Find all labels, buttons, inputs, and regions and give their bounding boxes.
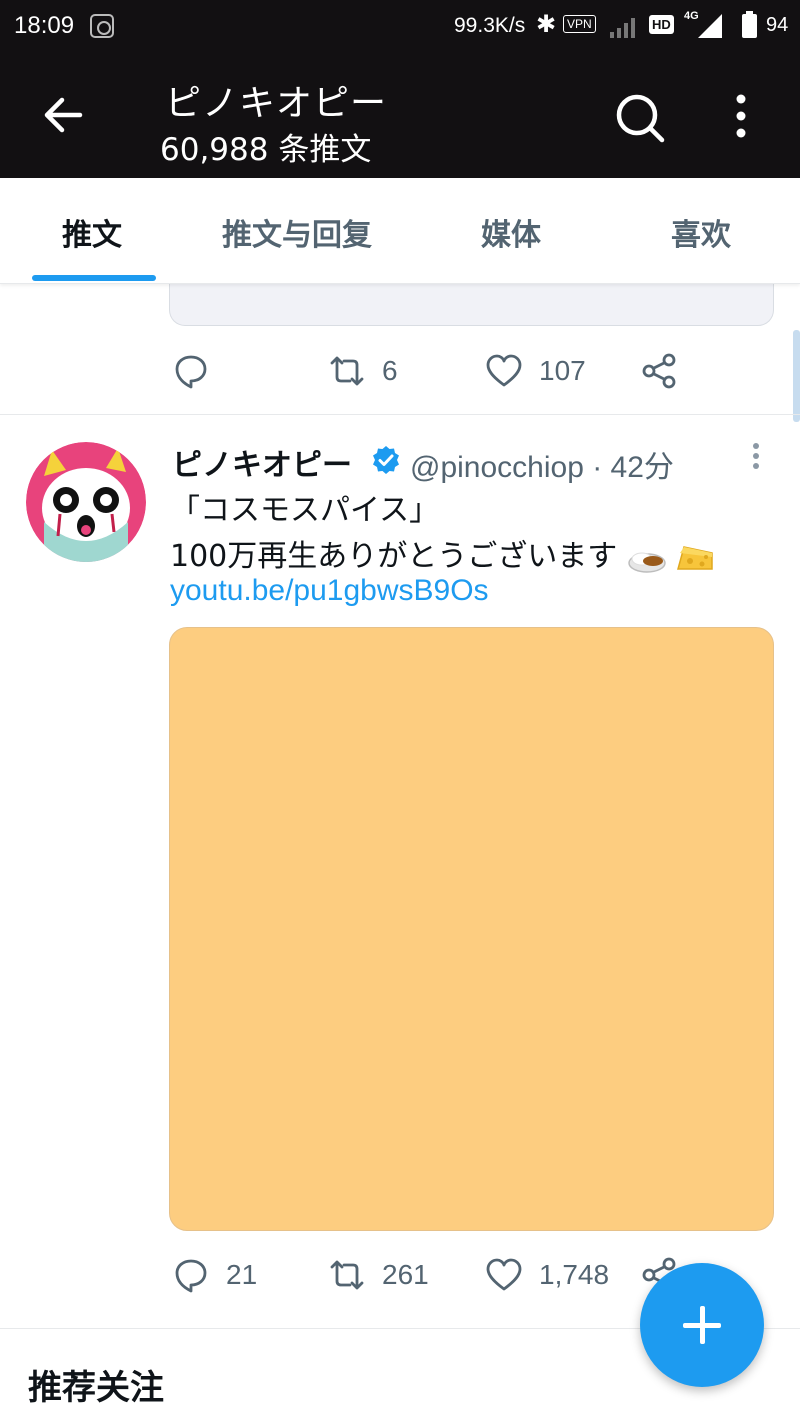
compose-tweet-button[interactable] <box>640 1263 764 1387</box>
battery-icon <box>742 11 757 38</box>
search-icon[interactable] <box>612 90 668 146</box>
signal-weak-icon <box>610 18 635 38</box>
tweet-author-name[interactable]: ピノキオピー <box>172 440 352 484</box>
verified-badge-icon <box>373 446 399 474</box>
like-button[interactable]: 1,748 <box>485 1245 609 1305</box>
tweet-divider <box>0 414 800 415</box>
profile-header: ピノキオピー 60,988 条推文 <box>0 56 800 178</box>
tweet-link[interactable]: youtu.be/pu1gbwsB9Os <box>170 574 489 608</box>
tweet-count: 60,988 条推文 <box>160 132 372 168</box>
tweet-text-line1: 「コスモスパイス」 <box>170 493 440 528</box>
tweet-text-line2: 100万再生ありがとうございます <box>170 531 714 575</box>
reply-button[interactable]: 21 <box>172 1245 257 1305</box>
back-arrow-icon[interactable] <box>40 92 86 138</box>
retweet-count: 261 <box>382 1259 429 1290</box>
who-to-follow-heading: 推荐关注 <box>28 1368 164 1408</box>
more-vertical-icon[interactable] <box>726 92 756 142</box>
status-bar: 18:09 99.3K/s ✱ VPN HD 4G 94 <box>0 0 800 56</box>
signal-icon <box>698 14 722 38</box>
reply-count: 21 <box>226 1259 258 1290</box>
tweet-more-icon[interactable] <box>746 438 766 478</box>
tab-media[interactable]: 媒体 <box>481 210 541 254</box>
heart-icon <box>486 1258 522 1291</box>
tab-tweets-replies[interactable]: 推文与回复 <box>222 210 372 254</box>
active-tab-indicator <box>32 275 156 281</box>
previous-tweet-actions: 6 107 <box>0 341 800 401</box>
profile-tabs: 推文 推文与回复 媒体 喜欢 <box>0 178 800 284</box>
cheese-emoji-icon <box>677 545 714 570</box>
like-count: 1,748 <box>539 1259 610 1290</box>
tweet-text-line2-content: 100万再生ありがとうございます <box>170 539 618 574</box>
avatar[interactable] <box>26 442 146 562</box>
status-time: 18:09 <box>14 12 75 39</box>
tab-likes[interactable]: 喜欢 <box>671 210 731 254</box>
hd-badge: HD <box>649 15 674 34</box>
like-count: 107 <box>539 355 586 386</box>
vpn-badge: VPN <box>563 15 596 33</box>
curry-emoji-icon <box>628 552 666 573</box>
battery-level: 94 <box>766 14 789 36</box>
tab-tweets[interactable]: 推文 <box>62 210 122 254</box>
reply-icon <box>175 1259 207 1293</box>
share-icon <box>642 353 676 389</box>
retweet-count: 6 <box>382 355 398 386</box>
retweet-icon <box>330 356 364 386</box>
retweet-button[interactable]: 6 <box>328 341 398 401</box>
reply-icon <box>175 355 207 389</box>
tweet-handle-time: @pinocchiop · 42分 <box>410 451 674 484</box>
app-notification-icon <box>90 14 114 38</box>
network-speed: 99.3K/s <box>454 14 526 37</box>
heart-icon <box>486 354 522 387</box>
bluetooth-icon: ✱ <box>536 10 557 38</box>
reply-button[interactable] <box>172 341 210 401</box>
tweet-media-preview[interactable] <box>169 627 774 1231</box>
retweet-button[interactable]: 261 <box>328 1245 429 1305</box>
profile-title: ピノキオピー <box>165 83 388 124</box>
like-button[interactable]: 107 <box>485 341 586 401</box>
share-button[interactable] <box>641 341 679 401</box>
retweet-icon <box>330 1260 364 1290</box>
